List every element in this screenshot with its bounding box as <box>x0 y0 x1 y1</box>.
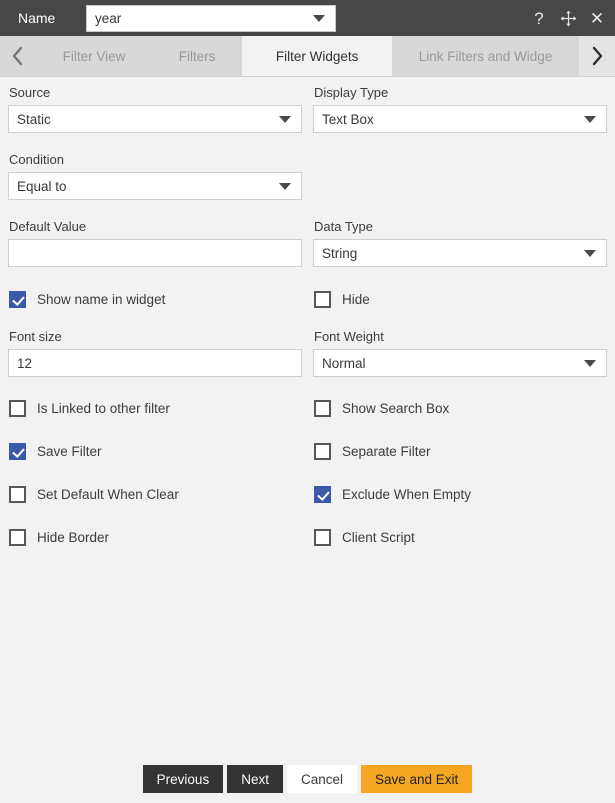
checkbox-box <box>314 529 331 546</box>
checkbox-client-script[interactable]: Client Script <box>314 529 415 546</box>
source-select[interactable]: Static <box>8 105 302 133</box>
data-type-select[interactable]: String <box>313 239 607 267</box>
tab-label: Filters <box>178 48 216 64</box>
checkbox-box <box>9 443 26 460</box>
checkbox-box <box>314 400 331 417</box>
chevron-left-icon[interactable] <box>0 36 36 76</box>
checkbox-hide-border[interactable]: Hide Border <box>9 529 109 546</box>
checkbox-hide[interactable]: Hide <box>314 291 370 308</box>
checkbox-label: Save Filter <box>37 444 102 459</box>
checkbox-label: Client Script <box>342 530 415 545</box>
checkbox-box <box>314 291 331 308</box>
display-type-select-value: Text Box <box>322 111 374 127</box>
cancel-button[interactable]: Cancel <box>286 765 357 793</box>
source-select-value: Static <box>17 111 51 127</box>
font-weight-select-value: Normal <box>322 355 366 371</box>
font-size-input[interactable]: 12 <box>8 349 302 377</box>
dialog-footer: Previous Next Cancel Save and Exit <box>0 763 615 795</box>
previous-button[interactable]: Previous <box>142 765 224 793</box>
checkbox-box <box>9 486 26 503</box>
name-combobox[interactable]: year <box>86 4 336 32</box>
tab-link-filters-and-widgets[interactable]: Link Filters and Widge <box>392 36 579 76</box>
chevron-down-icon <box>313 14 325 22</box>
question-mark-icon[interactable]: ? <box>529 10 549 27</box>
chevron-down-icon <box>584 359 596 367</box>
checkbox-label: Show name in widget <box>37 292 166 307</box>
font-size-label: Font size <box>9 329 62 344</box>
display-type-label: Display Type <box>314 85 389 100</box>
checkbox-label: Hide Border <box>37 530 110 545</box>
display-type-select[interactable]: Text Box <box>313 105 607 133</box>
checkbox-label: Hide <box>342 292 370 307</box>
data-type-select-value: String <box>322 245 358 261</box>
font-weight-select[interactable]: Normal <box>313 349 607 377</box>
default-value-label: Default Value <box>9 219 87 234</box>
tab-filter-widgets[interactable]: Filter Widgets <box>242 36 393 76</box>
move-arrows-icon[interactable] <box>558 10 578 27</box>
name-combobox-value: year <box>95 10 122 26</box>
checkbox-save-filter[interactable]: Save Filter <box>9 443 102 460</box>
tab-label: Link Filters and Widge <box>418 48 553 64</box>
checkbox-label: Show Search Box <box>342 401 450 416</box>
chevron-down-icon <box>279 182 291 190</box>
window-controls: ? ✕ <box>529 0 607 36</box>
checkbox-set-default-when-clear[interactable]: Set Default When Clear <box>9 486 179 503</box>
checkbox-label: Set Default When Clear <box>37 487 179 502</box>
filter-widgets-form: Source Static Display Type Text Box Cond… <box>0 77 615 803</box>
tab-filters[interactable]: Filters <box>152 36 242 76</box>
checkbox-show-name-in-widget[interactable]: Show name in widget <box>9 291 165 308</box>
font-weight-label: Font Weight <box>314 329 384 344</box>
checkbox-box <box>9 400 26 417</box>
checkbox-exclude-when-empty[interactable]: Exclude When Empty <box>314 486 471 503</box>
source-label: Source <box>9 85 51 100</box>
chevron-down-icon <box>584 249 596 257</box>
checkbox-label: Separate Filter <box>342 444 431 459</box>
tab-filter-view[interactable]: Filter View <box>36 36 152 76</box>
condition-select-value: Equal to <box>17 178 67 194</box>
font-size-input-value: 12 <box>17 355 33 371</box>
checkbox-box <box>314 486 331 503</box>
tab-strip: Filter View Filters Filter Widgets Link … <box>0 36 615 77</box>
condition-select[interactable]: Equal to <box>8 172 302 200</box>
checkbox-label: Is Linked to other filter <box>37 401 170 416</box>
chevron-right-icon[interactable] <box>578 36 615 76</box>
close-icon[interactable]: ✕ <box>587 10 607 27</box>
name-label: Name <box>18 10 56 26</box>
chevron-down-icon <box>279 115 291 123</box>
checkbox-box <box>9 291 26 308</box>
tab-label: Filter Widgets <box>275 48 359 64</box>
dialog-titlebar: Name year ? ✕ <box>0 0 615 36</box>
condition-label: Condition <box>9 152 64 167</box>
checkbox-label: Exclude When Empty <box>342 487 472 502</box>
data-type-label: Data Type <box>314 219 374 234</box>
checkbox-is-linked-to-other-filter[interactable]: Is Linked to other filter <box>9 400 170 417</box>
checkbox-box <box>9 529 26 546</box>
checkbox-separate-filter[interactable]: Separate Filter <box>314 443 431 460</box>
chevron-down-icon <box>584 115 596 123</box>
checkbox-box <box>314 443 331 460</box>
checkbox-show-search-box[interactable]: Show Search Box <box>314 400 449 417</box>
next-button[interactable]: Next <box>227 765 283 793</box>
tab-label: Filter View <box>62 48 126 64</box>
default-value-input[interactable] <box>8 239 302 267</box>
save-and-exit-button[interactable]: Save and Exit <box>361 765 473 793</box>
